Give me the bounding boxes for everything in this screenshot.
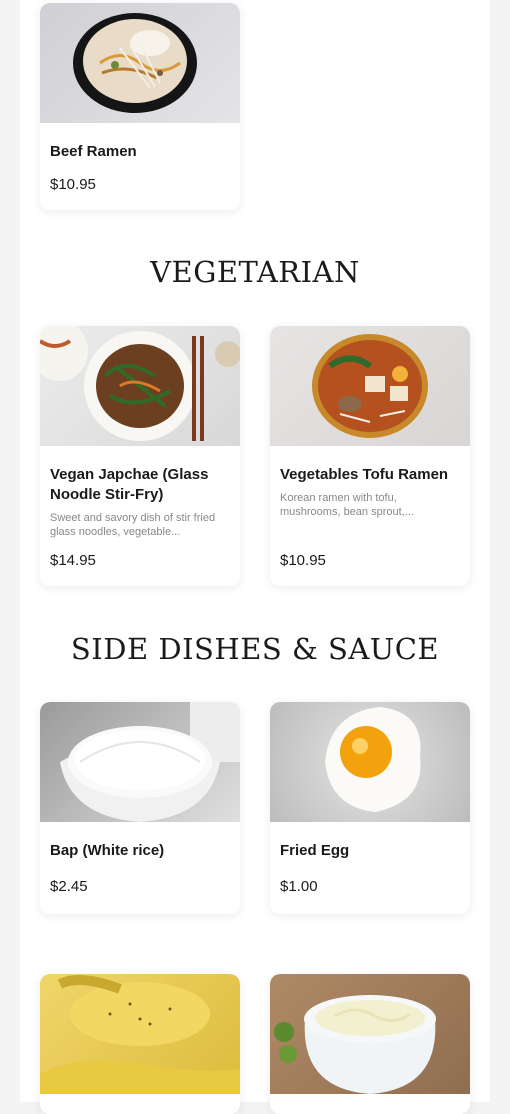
menu-item-card[interactable]: Fried Egg $1.00 (270, 702, 470, 914)
menu-item-name: Vegan Japchae (Glass Noodle Stir-Fry) (50, 466, 209, 503)
mustard-sauce-image (40, 974, 240, 1094)
menu-item-card[interactable]: Beef Ramen $10.95 (40, 3, 240, 210)
fried-egg-image (270, 702, 470, 822)
japchae-image (40, 326, 240, 446)
white-rice-image (40, 702, 240, 822)
menu-item-price: $14.95 (50, 552, 96, 569)
menu-item-card[interactable] (270, 974, 470, 1114)
menu-item-price: $1.00 (280, 878, 318, 895)
menu-item-name: Vegetables Tofu Ramen (280, 466, 449, 483)
mayo-sauce-image (270, 974, 470, 1094)
section-title-vegetarian: VEGETARIAN (150, 255, 360, 289)
menu-item-price: $2.45 (50, 878, 88, 895)
menu-item-card[interactable] (40, 974, 240, 1114)
menu-item-card[interactable]: Vegetables Tofu Ramen Korean ramen with … (270, 326, 470, 586)
menu-item-description: Sweet and savory dish of stir fried glas… (50, 512, 216, 538)
menu-item-name: Bap (White rice) (50, 842, 165, 859)
menu-item-name: Fried Egg (280, 842, 350, 859)
menu-item-price: $10.95 (50, 176, 96, 193)
menu-page: Beef Ramen $10.95 VEGETARIAN Vegan Japch… (20, 0, 490, 1114)
menu-item-name: Beef Ramen (50, 143, 137, 160)
beef-ramen-image (40, 3, 240, 123)
menu-item-card[interactable]: Bap (White rice) $2.45 (40, 702, 240, 914)
menu-item-price: $10.95 (280, 552, 326, 569)
menu-item-description: Korean ramen with tofu, mushrooms, bean … (280, 492, 414, 518)
tofu-ramen-image (270, 326, 470, 446)
section-title-side-dishes: SIDE DISHES & SAUCE (70, 632, 440, 666)
menu-item-card[interactable]: Vegan Japchae (Glass Noodle Stir-Fry) Sw… (40, 326, 240, 586)
